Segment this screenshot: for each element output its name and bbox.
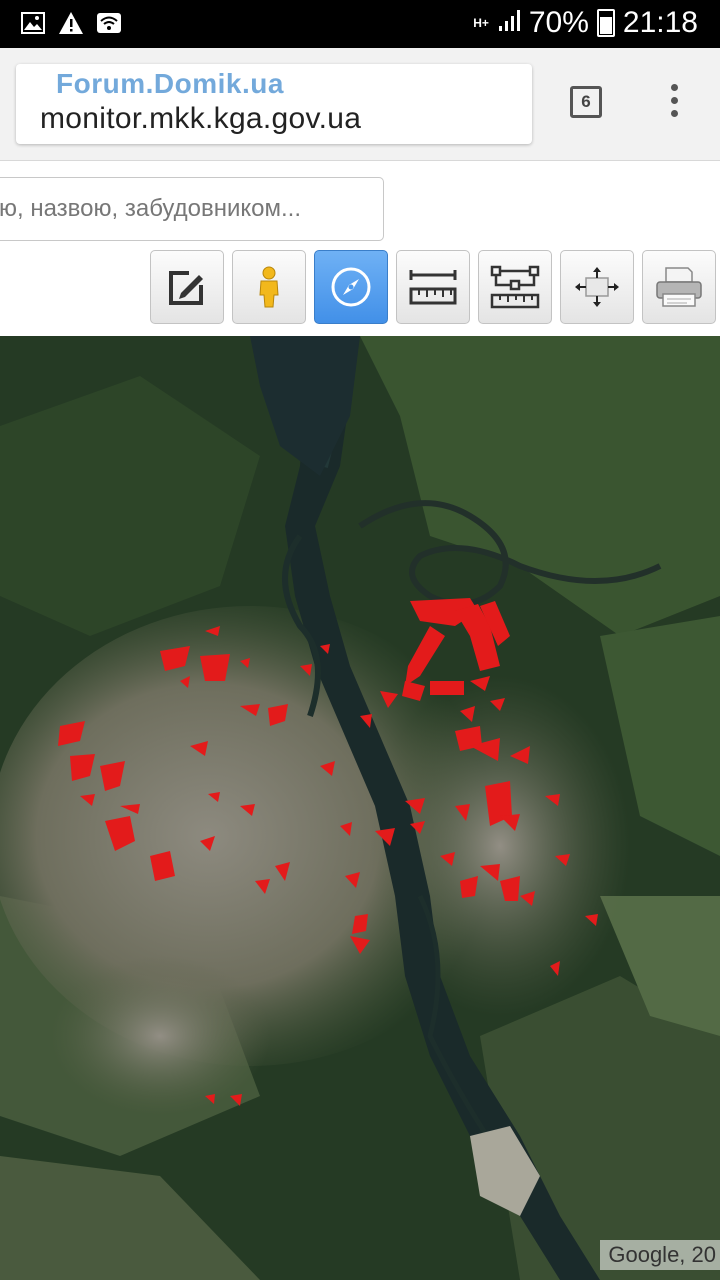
signal-icon (497, 6, 521, 40)
measure-area-button[interactable] (478, 250, 552, 324)
image-icon (20, 10, 46, 36)
overflow-menu-icon[interactable] (664, 84, 684, 124)
area-measure-icon (490, 265, 540, 309)
clock: 21:18 (622, 6, 698, 39)
status-bar: H+ 70% 21:18 (0, 0, 720, 48)
fit-view-button[interactable] (560, 250, 634, 324)
measure-distance-button[interactable] (396, 250, 470, 324)
map-toolbar (150, 250, 716, 326)
tab-switcher-button[interactable]: 6 (570, 86, 602, 118)
warning-icon (58, 10, 84, 36)
wifi-icon (96, 10, 122, 36)
search-box[interactable] (0, 177, 384, 241)
map-imagery[interactable] (0, 336, 720, 1280)
ruler-icon (409, 270, 457, 305)
battery-icon (596, 9, 615, 37)
url-text[interactable]: monitor.mkk.kga.gov.ua (40, 102, 361, 136)
street-view-button[interactable] (232, 250, 306, 324)
network-type: H+ (473, 16, 489, 30)
satellite-map[interactable]: Google, 20 (0, 336, 720, 1280)
edit-icon (169, 271, 203, 305)
address-bar[interactable]: Forum.Domik.ua monitor.mkk.kga.gov.ua (16, 64, 532, 144)
print-button[interactable] (642, 250, 716, 324)
page-content: Google, 20 (0, 161, 720, 1280)
pegman-icon (259, 266, 279, 308)
edit-button[interactable] (150, 250, 224, 324)
compass-button[interactable] (314, 250, 388, 324)
map-attribution: Google, 20 (600, 1240, 720, 1270)
compass-icon (331, 267, 371, 307)
printer-icon (656, 267, 702, 307)
search-input[interactable] (0, 178, 381, 240)
watermark: Forum.Domik.ua (56, 68, 284, 99)
browser-toolbar: Forum.Domik.ua monitor.mkk.kga.gov.ua 6 (0, 48, 720, 161)
fullscreen-icon (575, 267, 619, 307)
battery-percent: 70% (528, 6, 589, 39)
